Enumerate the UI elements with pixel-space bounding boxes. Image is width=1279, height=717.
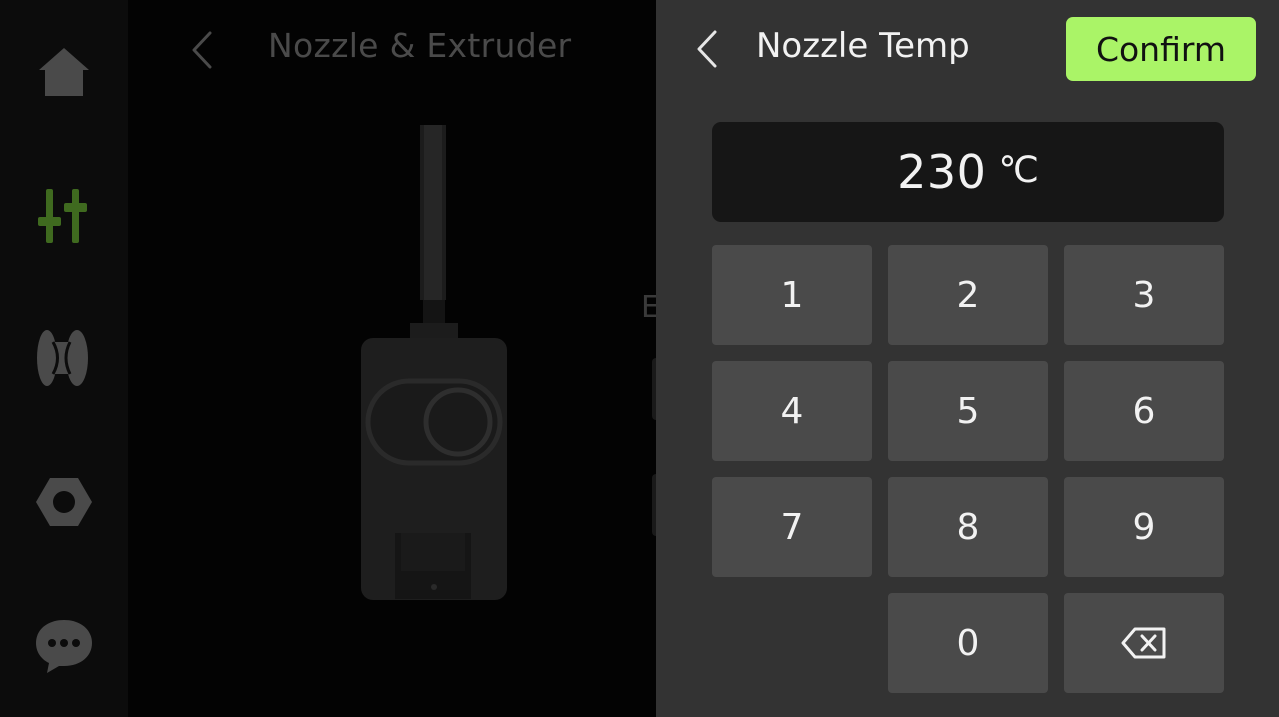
background-section-label: E — [641, 290, 656, 325]
adjust-sliders-icon — [38, 189, 87, 243]
background-page-title: Nozzle & Extruder — [268, 26, 572, 65]
key-2[interactable]: 2 — [888, 245, 1048, 345]
backspace-icon — [1121, 627, 1166, 659]
confirm-button[interactable]: Confirm — [1066, 17, 1256, 81]
chevron-left-icon — [697, 30, 717, 68]
nav-messages[interactable] — [24, 606, 104, 686]
key-1[interactable]: 1 — [712, 245, 872, 345]
backspace-key[interactable] — [1064, 593, 1224, 693]
temperature-unit: ℃ — [998, 149, 1039, 191]
key-8[interactable]: 8 — [888, 477, 1048, 577]
panel-title: Nozzle Temp — [756, 26, 970, 66]
sidebar — [0, 0, 128, 717]
home-icon — [39, 48, 89, 96]
key-6[interactable]: 6 — [1064, 361, 1224, 461]
key-5[interactable]: 5 — [888, 361, 1048, 461]
nav-settings[interactable] — [24, 462, 104, 542]
chevron-left-icon — [192, 31, 212, 69]
nav-home[interactable] — [24, 32, 104, 112]
nav-controls[interactable] — [24, 175, 104, 255]
hex-nut-icon — [36, 478, 92, 526]
key-9[interactable]: 9 — [1064, 477, 1224, 577]
nav-filament[interactable] — [24, 318, 104, 398]
key-7[interactable]: 7 — [712, 477, 872, 577]
background-back-button[interactable] — [182, 28, 222, 72]
temperature-display[interactable]: 230 ℃ — [712, 122, 1224, 222]
temperature-value: 230 — [897, 145, 987, 199]
key-3[interactable]: 3 — [1064, 245, 1224, 345]
filament-spool-icon — [37, 330, 88, 386]
panel-back-button[interactable] — [684, 26, 730, 72]
key-4[interactable]: 4 — [712, 361, 872, 461]
chat-bubble-icon — [36, 620, 92, 673]
extruder-illustration — [361, 125, 507, 600]
key-0[interactable]: 0 — [888, 593, 1048, 693]
